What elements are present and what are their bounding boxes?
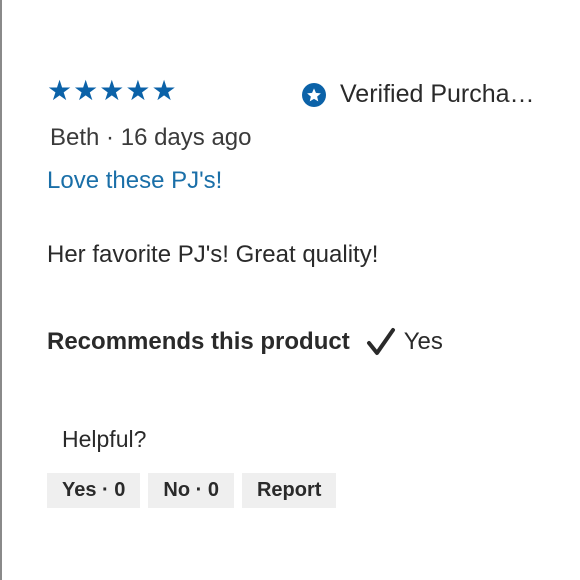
verified-purchase-label: Verified Purcha… — [340, 80, 535, 108]
checkmark-icon — [366, 328, 395, 355]
helpful-yes-button[interactable]: Yes · 0 — [47, 473, 141, 508]
left-border-divider — [0, 0, 2, 580]
recommends-value: Yes — [403, 328, 443, 355]
star-badge-glyph — [307, 87, 321, 101]
helpful-prompt: Helpful? — [62, 426, 147, 452]
report-button[interactable]: Report — [241, 473, 337, 508]
recommends-label: Recommends this product — [47, 328, 350, 355]
feedback-buttons: Yes · 0 No · 0 Report — [47, 473, 337, 508]
helpful-no-button[interactable]: No · 0 — [148, 473, 234, 508]
review-author-line: Beth · 16 days ago — [50, 124, 252, 152]
review-date: 16 days ago — [120, 124, 252, 151]
review-body: Her favorite PJ's! Great quality! — [47, 241, 379, 268]
star-rating: ★ ★ ★ ★ ★ — [47, 76, 177, 106]
recommends-product: Recommends this product Yes — [47, 327, 443, 357]
star-icon: ★ — [47, 74, 73, 107]
star-badge-icon — [302, 82, 326, 107]
star-icon: ★ — [99, 74, 125, 107]
star-icon: ★ — [151, 74, 177, 107]
star-icon: ★ — [73, 74, 99, 107]
star-icon: ★ — [125, 74, 151, 107]
review-title: Love these PJ's! — [47, 167, 223, 194]
separator-dot: · — [106, 124, 115, 151]
verified-purchase-badge: Verified Purcha… — [302, 80, 535, 109]
review-author: Beth — [50, 124, 100, 151]
